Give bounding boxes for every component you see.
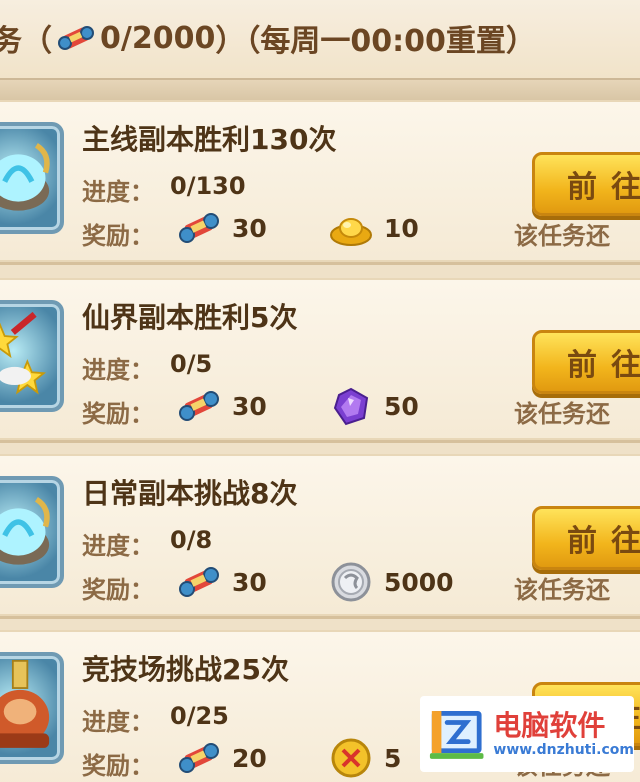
header-divider bbox=[0, 78, 640, 100]
task-title: 竞技场挑战25次 bbox=[82, 653, 289, 686]
task-status-text: 该任务还 bbox=[514, 222, 610, 250]
go-button[interactable]: 前往 bbox=[532, 152, 640, 216]
reward-label: 奖励： bbox=[82, 222, 154, 250]
progress-value: 0/8 bbox=[170, 526, 213, 554]
water-vortex-icon bbox=[0, 476, 64, 588]
reward-1: 30 bbox=[176, 386, 267, 426]
reward-2-amount: 10 bbox=[384, 213, 419, 243]
reward-label: 奖励： bbox=[82, 400, 154, 428]
progress-label: 进度： bbox=[82, 532, 154, 560]
reward-1: 20 bbox=[176, 738, 267, 778]
scroll-icon bbox=[176, 562, 222, 602]
header-suffix: ）（每周一00:00重置） bbox=[215, 24, 536, 59]
reward-1-amount: 20 bbox=[232, 743, 267, 773]
site-logo-icon bbox=[429, 711, 484, 759]
task-title: 主线副本胜利130次 bbox=[82, 123, 337, 156]
reward-label: 奖励： bbox=[82, 576, 154, 604]
header-prefix: 务（ bbox=[0, 24, 52, 59]
task-status-text: 该任务还 bbox=[514, 576, 610, 604]
reward-1: 30 bbox=[176, 562, 267, 602]
go-button[interactable]: 前往 bbox=[532, 506, 640, 570]
water-vortex-icon bbox=[0, 122, 64, 234]
arena-warrior-icon bbox=[0, 652, 64, 764]
purple-gem-icon bbox=[328, 386, 374, 426]
reward-2-amount: 5000 bbox=[384, 567, 454, 597]
reward-2: 5 bbox=[328, 738, 401, 778]
reward-2: 10 bbox=[328, 208, 419, 248]
gold-ingot-icon bbox=[328, 208, 374, 248]
silver-coin-icon bbox=[328, 562, 374, 602]
reward-2: 5000 bbox=[328, 562, 454, 602]
task-card: 日常副本挑战8次 进度： 0/8 奖励： 30 5000 前往 该任务还 bbox=[0, 454, 640, 616]
reward-1-amount: 30 bbox=[232, 391, 267, 421]
medal-icon bbox=[328, 738, 374, 778]
reward-1: 30 bbox=[176, 208, 267, 248]
weekly-task-title: 务（ 0/2000 ）（每周一00:00重置） bbox=[0, 16, 536, 60]
task-status-text: 该任务还 bbox=[514, 400, 610, 428]
reward-label: 奖励： bbox=[82, 752, 154, 780]
progress-label: 进度： bbox=[82, 178, 154, 206]
site-watermark: 电脑软件 www.dnzhuti.com bbox=[420, 696, 634, 772]
task-title: 仙界副本胜利5次 bbox=[82, 301, 298, 334]
progress-value: 0/25 bbox=[170, 702, 229, 730]
header-progress: 0/2000 bbox=[100, 20, 216, 56]
go-button[interactable]: 前往 bbox=[532, 330, 640, 394]
watermark-title: 电脑软件 bbox=[493, 709, 606, 742]
task-card: 仙界副本胜利5次 进度： 0/5 奖励： 30 50 前往 该任务还 bbox=[0, 278, 640, 440]
scroll-icon bbox=[176, 386, 222, 426]
progress-value: 0/130 bbox=[170, 172, 246, 200]
progress-label: 进度： bbox=[82, 356, 154, 384]
task-card: 主线副本胜利130次 进度： 0/130 奖励： 30 10 前往 该任务还 bbox=[0, 100, 640, 262]
scroll-icon bbox=[176, 738, 222, 778]
watermark-url: www.dnzhuti.com bbox=[493, 742, 634, 758]
task-header: 务（ 0/2000 ）（每周一00:00重置） bbox=[0, 0, 640, 78]
reward-2: 50 bbox=[328, 386, 419, 426]
scroll-icon bbox=[58, 26, 94, 50]
progress-value: 0/5 bbox=[170, 350, 213, 378]
reward-2-amount: 50 bbox=[384, 391, 419, 421]
reward-2-amount: 5 bbox=[384, 743, 402, 773]
progress-label: 进度： bbox=[82, 708, 154, 736]
reward-1-amount: 30 bbox=[232, 567, 267, 597]
stars-sword-icon bbox=[0, 300, 64, 412]
reward-1-amount: 30 bbox=[232, 213, 267, 243]
task-title: 日常副本挑战8次 bbox=[82, 477, 298, 510]
scroll-icon bbox=[176, 208, 222, 248]
